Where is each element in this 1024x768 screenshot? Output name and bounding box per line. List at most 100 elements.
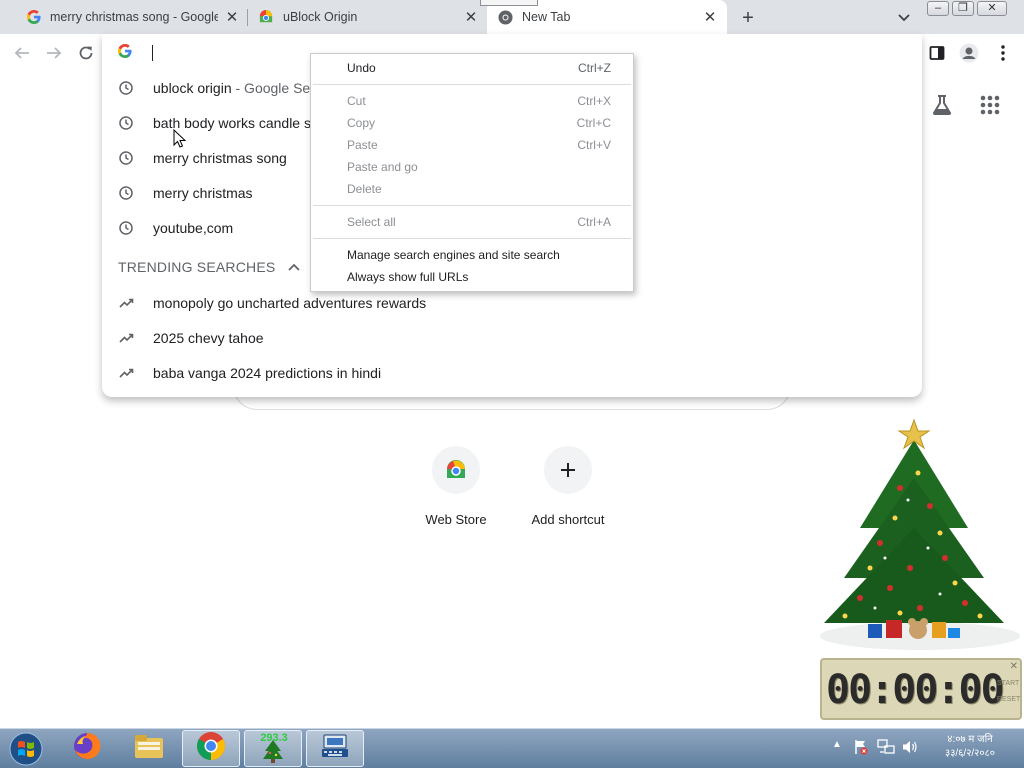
taskbar-chrome[interactable] bbox=[182, 730, 240, 767]
labs-flask-icon[interactable] bbox=[930, 93, 954, 117]
timer-close-icon[interactable]: ✕ bbox=[1010, 661, 1018, 672]
tab-ublock-origin[interactable]: uBlock Origin ✕ bbox=[248, 0, 486, 34]
menu-item-label: Manage search engines and site search bbox=[347, 248, 560, 262]
chrome-icon bbox=[497, 9, 513, 25]
trending-item[interactable]: 2025 chevy tahoe bbox=[102, 324, 922, 352]
close-window-icon[interactable]: ✕ bbox=[977, 1, 1007, 16]
trending-text: baba vanga 2024 predictions in hindi bbox=[153, 365, 382, 381]
history-icon bbox=[118, 80, 134, 96]
forward-arrow-icon[interactable] bbox=[43, 42, 65, 64]
profile-avatar-icon[interactable] bbox=[958, 42, 980, 64]
trending-text: 2025 chevy tahoe bbox=[153, 330, 264, 346]
network-icon[interactable] bbox=[877, 739, 895, 758]
menu-item-label: Select all bbox=[347, 215, 396, 229]
tray-overflow-chevron-icon[interactable]: ▲ bbox=[832, 739, 842, 750]
menu-item-label: Paste bbox=[347, 138, 378, 152]
tab-close-icon[interactable]: ✕ bbox=[701, 8, 719, 26]
taskbar-file-explorer[interactable] bbox=[120, 730, 178, 767]
timer-display: 00:00:00 bbox=[826, 667, 1005, 713]
windows-start-button[interactable] bbox=[6, 731, 46, 767]
history-icon bbox=[118, 115, 134, 131]
trending-text: monopoly go uncharted adventures rewards bbox=[153, 295, 427, 311]
menu-item-select-all[interactable]: Select all Ctrl+A bbox=[311, 211, 633, 233]
shortcut-label: Web Store bbox=[425, 512, 487, 527]
restore-icon[interactable]: ❐ bbox=[952, 1, 974, 16]
chrome-icon bbox=[196, 731, 226, 766]
timer-reset-button[interactable]: RESET bbox=[997, 696, 1020, 703]
taskbar-clock[interactable]: ४:०७ म जनि ३३/६/२/२०८० bbox=[930, 733, 1010, 761]
action-center-flag-icon[interactable] bbox=[853, 739, 869, 758]
tab-search-chevron-icon[interactable] bbox=[895, 9, 913, 27]
shortcut-label: Add shortcut bbox=[531, 512, 605, 527]
reload-icon[interactable] bbox=[75, 42, 97, 64]
tab-title: uBlock Origin bbox=[283, 10, 358, 24]
trending-item[interactable]: monopoly go uncharted adventures rewards bbox=[102, 289, 922, 317]
keyboard-app-icon bbox=[320, 733, 350, 764]
tab-close-icon[interactable]: ✕ bbox=[223, 8, 241, 26]
tab-google-search[interactable]: merry christmas song - Google S ✕ bbox=[6, 0, 246, 34]
taskbar-keyboard-app[interactable] bbox=[306, 730, 364, 767]
menu-item-shortcut: Ctrl+X bbox=[577, 94, 611, 108]
menu-item-delete[interactable]: Delete bbox=[311, 178, 633, 200]
window-controls: – ❐ ✕ bbox=[927, 1, 1007, 16]
side-panel-icon[interactable] bbox=[926, 42, 948, 64]
webstore-icon bbox=[432, 446, 480, 494]
taskbar-firefox[interactable] bbox=[58, 730, 116, 767]
minimize-icon[interactable]: – bbox=[927, 1, 949, 16]
christmas-tree-image bbox=[820, 418, 1020, 650]
menu-item-label: Copy bbox=[347, 116, 376, 130]
suggestion-subtext: - Google Se bbox=[231, 80, 311, 96]
trending-icon bbox=[118, 330, 134, 346]
history-icon bbox=[118, 150, 134, 166]
trending-searches-header: TRENDING SEARCHES bbox=[118, 259, 276, 275]
menu-item-cut[interactable]: Cut Ctrl+X bbox=[311, 90, 633, 112]
new-tab-plus-icon[interactable]: + bbox=[737, 7, 759, 29]
menu-item-copy[interactable]: Copy Ctrl+C bbox=[311, 112, 633, 134]
google-apps-grid-icon[interactable] bbox=[978, 93, 1002, 117]
menu-item-shortcut: Ctrl+C bbox=[576, 116, 611, 130]
timer-start-button[interactable]: START bbox=[997, 680, 1019, 687]
back-arrow-icon[interactable] bbox=[11, 42, 33, 64]
tab-strip: merry christmas song - Google S ✕ uBlock… bbox=[0, 0, 1024, 34]
trending-icon bbox=[118, 295, 134, 311]
windows-taskbar: 293.3 ▲ ४:०७ म जनि ३३/६/२/२०८० bbox=[0, 728, 1024, 768]
suggestion-text: merry christmas song bbox=[153, 150, 287, 166]
menu-item-show-full-urls[interactable]: Always show full URLs bbox=[311, 266, 633, 288]
menu-divider bbox=[313, 84, 631, 85]
collapse-chevron-up-icon[interactable] bbox=[286, 259, 302, 275]
taskbar-christmas-tree-app[interactable]: 293.3 bbox=[244, 730, 302, 767]
menu-item-undo[interactable]: Undo Ctrl+Z bbox=[311, 57, 633, 79]
menu-item-paste[interactable]: Paste Ctrl+V bbox=[311, 134, 633, 156]
firefox-icon bbox=[72, 731, 102, 766]
menu-item-shortcut: Ctrl+V bbox=[577, 138, 611, 152]
history-icon bbox=[118, 185, 134, 201]
trending-item[interactable]: baba vanga 2024 predictions in hindi bbox=[102, 359, 922, 387]
omnibox-input[interactable] bbox=[152, 45, 153, 61]
suggestion-text: merry christmas bbox=[153, 185, 253, 201]
clock-date: ३३/६/२/२०८० bbox=[945, 748, 995, 759]
google-icon bbox=[26, 9, 42, 25]
mouse-cursor-icon bbox=[173, 129, 187, 148]
kebab-menu-icon[interactable] bbox=[992, 42, 1014, 64]
menu-item-manage-search-engines[interactable]: Manage search engines and site search bbox=[311, 244, 633, 266]
shortcut-add[interactable]: Add shortcut bbox=[513, 446, 623, 527]
menu-item-label: Cut bbox=[347, 94, 366, 108]
context-menu: Undo Ctrl+Z Cut Ctrl+X Copy Ctrl+C Paste… bbox=[310, 53, 634, 292]
google-icon bbox=[118, 44, 134, 60]
countdown-timer-widget[interactable]: 00:00:00 START RESET ✕ bbox=[820, 658, 1022, 720]
volume-icon[interactable] bbox=[901, 739, 919, 758]
clock-time: ४:०७ म जनि bbox=[947, 734, 993, 745]
tab-close-icon[interactable]: ✕ bbox=[462, 8, 480, 26]
window-grip bbox=[480, 0, 538, 6]
menu-item-shortcut: Ctrl+Z bbox=[578, 61, 611, 75]
plus-icon bbox=[544, 446, 592, 494]
webstore-icon bbox=[258, 9, 274, 25]
menu-item-paste-and-go[interactable]: Paste and go bbox=[311, 156, 633, 178]
menu-divider bbox=[313, 205, 631, 206]
tree-app-badge: 293.3 bbox=[260, 732, 288, 744]
tab-title: New Tab bbox=[522, 10, 571, 24]
menu-item-label: Delete bbox=[347, 182, 382, 196]
shortcut-web-store[interactable]: Web Store bbox=[401, 446, 511, 527]
suggestion-text: youtube,com bbox=[153, 220, 234, 236]
suggestion-text: ublock origin bbox=[153, 80, 232, 96]
